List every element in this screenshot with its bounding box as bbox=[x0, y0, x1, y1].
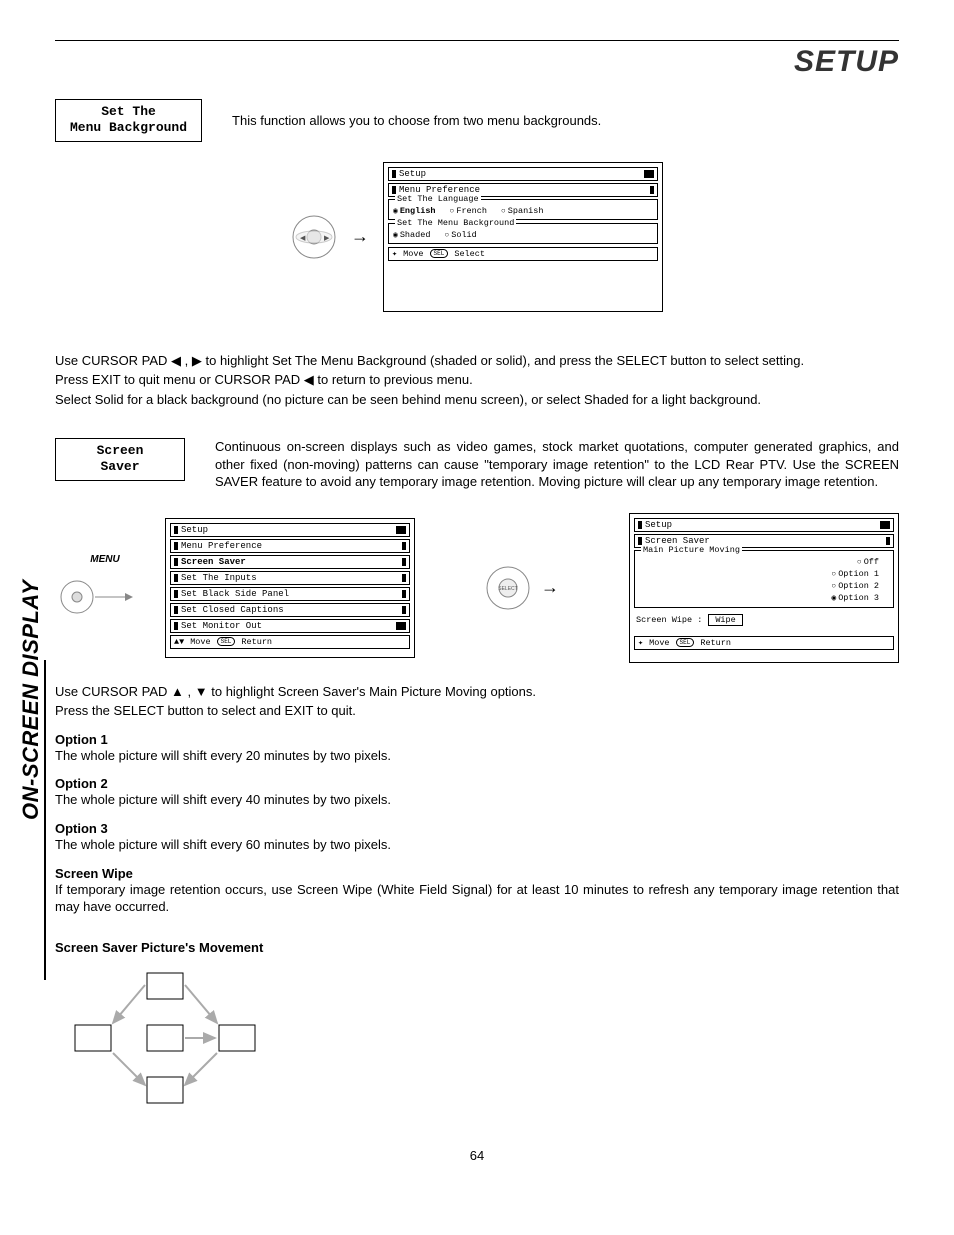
section-box-screen-saver: Screen Saver bbox=[55, 438, 185, 481]
svg-text:SELECT: SELECT bbox=[498, 586, 517, 592]
option1-text: The whole picture will shift every 20 mi… bbox=[55, 747, 899, 765]
instruction-2b: Press the SELECT button to select and EX… bbox=[55, 702, 899, 720]
lang-french[interactable]: French bbox=[450, 206, 487, 216]
osd-menu-preference: Setup Menu Preference Set The Language E… bbox=[383, 162, 663, 312]
saver-option3[interactable]: Option 3 bbox=[831, 593, 879, 603]
option2-heading: Option 2 bbox=[55, 776, 899, 791]
lang-spanish[interactable]: Spanish bbox=[501, 206, 544, 216]
intro-text-2: Continuous on-screen displays such as vi… bbox=[215, 438, 899, 491]
svg-text:▶: ▶ bbox=[324, 235, 330, 242]
lang-english[interactable]: English bbox=[393, 206, 436, 216]
option1-heading: Option 1 bbox=[55, 732, 899, 747]
option3-text: The whole picture will shift every 60 mi… bbox=[55, 836, 899, 854]
arrow-icon: → bbox=[351, 226, 369, 247]
sidebar-label: ON-SCREEN DISPLAY bbox=[18, 580, 44, 820]
menu-remote-icon bbox=[55, 565, 155, 619]
movement-diagram bbox=[55, 965, 275, 1115]
saver-option1[interactable]: Option 1 bbox=[831, 569, 879, 579]
option2-text: The whole picture will shift every 40 mi… bbox=[55, 791, 899, 809]
select-remote-icon: SELECT bbox=[485, 565, 531, 611]
instruction-2a: Use CURSOR PAD ▲ , ▼ to highlight Screen… bbox=[55, 683, 899, 701]
arrow-icon: → bbox=[541, 577, 559, 598]
bg-solid[interactable]: Solid bbox=[444, 230, 476, 240]
svg-text:◀: ◀ bbox=[300, 235, 306, 242]
saver-option2[interactable]: Option 2 bbox=[831, 581, 879, 591]
section-box-menu-background: Set The Menu Background bbox=[55, 99, 202, 142]
page-title: SETUP bbox=[55, 45, 899, 79]
option3-heading: Option 3 bbox=[55, 821, 899, 836]
wipe-button[interactable]: Wipe bbox=[708, 614, 742, 626]
menu-button-label: MENU bbox=[55, 554, 155, 565]
instruction-1b: Press EXIT to quit menu or CURSOR PAD ◀ … bbox=[55, 371, 899, 389]
instruction-1a: Use CURSOR PAD ◀ , ▶ to highlight Set Th… bbox=[55, 352, 899, 370]
select-button-icon: SEL bbox=[430, 249, 449, 258]
intro-text-1: This function allows you to choose from … bbox=[232, 113, 601, 128]
movement-heading: Screen Saver Picture's Movement bbox=[55, 940, 899, 955]
screenwipe-text: If temporary image retention occurs, use… bbox=[55, 881, 899, 916]
instruction-1c: Select Solid for a black background (no … bbox=[55, 391, 899, 409]
bg-shaded[interactable]: Shaded bbox=[393, 230, 430, 240]
saver-off[interactable]: Off bbox=[857, 557, 879, 567]
screenwipe-heading: Screen Wipe bbox=[55, 866, 899, 881]
cursor-pad-icon: ◀ ▶ bbox=[291, 214, 337, 260]
move-indicator-icon: ✦ bbox=[392, 249, 397, 259]
osd-setup-list: Setup Menu Preference Screen Saver Set T… bbox=[165, 518, 415, 658]
osd-screen-saver: Setup Screen Saver Main Picture Moving O… bbox=[629, 513, 899, 663]
page-number: 64 bbox=[55, 1148, 899, 1163]
